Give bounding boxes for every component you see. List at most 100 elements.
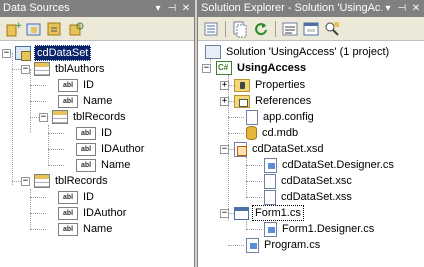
tree-node-cddataset[interactable]: − cdDataSet [2, 45, 92, 61]
field-textbox-icon: abl [58, 191, 78, 204]
window-position-dropdown-icon[interactable]: ▾ [152, 3, 164, 15]
tree-node-label: app.config [263, 111, 314, 123]
tree-node-xsc[interactable]: cdDataSet.xsc [262, 173, 354, 189]
tree-node-project[interactable]: − UsingAccess [202, 60, 308, 76]
collapse-icon[interactable]: − [21, 64, 30, 74]
table-icon [34, 174, 50, 188]
tree-node-field[interactable]: abl IDAuthor [58, 205, 128, 221]
view-designer-icon[interactable] [302, 20, 320, 38]
properties-folder-icon [234, 78, 250, 92]
field-textbox-icon: abl [58, 95, 78, 108]
database-file-icon [246, 126, 257, 140]
tree-node-xss[interactable]: cdDataSet.xss [262, 189, 354, 205]
data-sources-tree: − cdDataSet − tblAuthors abl ID abl Name… [0, 41, 194, 267]
tree-node-field[interactable]: abl ID [58, 77, 96, 93]
refresh-icon[interactable] [67, 20, 85, 38]
tree-node-properties[interactable]: + Properties [220, 77, 307, 93]
csharp-project-icon [216, 61, 232, 75]
show-all-files-icon[interactable] [231, 20, 249, 38]
expand-icon[interactable]: + [220, 80, 229, 90]
field-textbox-icon: abl [58, 207, 78, 220]
tree-node-label: tblRecords [73, 111, 126, 123]
properties-icon[interactable] [202, 20, 220, 38]
table-icon [34, 62, 50, 76]
view-code-icon[interactable] [281, 20, 299, 38]
tree-node-label: tblAuthors [55, 63, 105, 75]
field-textbox-icon: abl [76, 159, 96, 172]
tree-node-label: cdDataSet.xsd [252, 143, 324, 155]
tree-node-field[interactable]: abl Name [76, 157, 132, 173]
collapse-icon[interactable]: − [39, 112, 48, 122]
tree-node-program-cs[interactable]: Program.cs [244, 237, 322, 253]
collapse-icon[interactable]: − [2, 48, 11, 58]
dataset-icon [15, 46, 31, 61]
solution-explorer-titlebar: Solution Explorer - Solution 'UsingAc...… [198, 0, 424, 17]
tree-node-label: Solution 'UsingAccess' (1 project) [226, 46, 390, 58]
close-icon[interactable]: ✕ [410, 3, 422, 15]
tree-node-label: Form1.cs [252, 205, 304, 221]
references-folder-icon [234, 94, 250, 108]
tree-node-label: Name [101, 159, 131, 171]
tree-node-references[interactable]: + References [220, 93, 313, 109]
tree-node-solution[interactable]: Solution 'UsingAccess' (1 project) [205, 44, 391, 60]
config-file-icon [246, 109, 258, 125]
collapse-icon[interactable]: − [220, 144, 229, 154]
tree-node-tblauthors[interactable]: − tblAuthors [21, 61, 107, 77]
collapse-icon[interactable]: − [202, 63, 211, 73]
tree-node-tblrecords-nested[interactable]: − tblRecords [39, 109, 128, 125]
auto-hide-pin-icon[interactable]: ⊣ [396, 3, 408, 15]
solution-explorer-pane: Solution Explorer - Solution 'UsingAc...… [197, 0, 424, 267]
tree-node-label: cdDataSet.xsc [281, 175, 352, 187]
field-textbox-icon: abl [58, 223, 78, 236]
collapse-icon[interactable]: − [220, 208, 229, 218]
tree-node-label: Properties [255, 79, 306, 91]
tree-node-cd-mdb[interactable]: cd.mdb [244, 125, 300, 141]
tree-node-field[interactable]: abl Name [58, 93, 114, 109]
refresh-icon[interactable] [252, 20, 270, 38]
solution-explorer-toolbar [198, 17, 424, 41]
xsd-file-icon [234, 141, 247, 157]
cs-file-icon [264, 157, 277, 173]
tree-node-label: cdDataSet.xss [281, 191, 352, 203]
tree-node-designer-cs[interactable]: cdDataSet.Designer.cs [262, 157, 396, 173]
tree-node-label: UsingAccess [237, 62, 307, 74]
tree-node-label: Name [83, 223, 113, 235]
window-position-dropdown-icon[interactable]: ▾ [382, 3, 394, 15]
tree-node-field[interactable]: abl ID [58, 189, 96, 205]
auto-hide-pin-icon[interactable]: ⊣ [166, 3, 178, 15]
tree-node-app-config[interactable]: app.config [244, 109, 316, 125]
data-sources-titlebar: Data Sources ▾ ⊣ ✕ [0, 0, 194, 17]
tree-node-tblrecords[interactable]: − tblRecords [21, 173, 110, 189]
toolbar-separator [225, 20, 226, 37]
toolbar-separator [275, 20, 276, 37]
tree-node-label: References [255, 95, 312, 107]
form-icon [234, 206, 249, 220]
tree-node-field[interactable]: abl Name [58, 221, 114, 237]
xsc-file-icon [264, 173, 276, 189]
data-sources-pane: Data Sources ▾ ⊣ ✕ + − cdDataSet − tblAu… [0, 0, 195, 267]
collapse-icon[interactable]: − [21, 176, 30, 186]
tree-node-form1-designer[interactable]: Form1.Designer.cs [262, 221, 376, 237]
solution-explorer-tree: Solution 'UsingAccess' (1 project) − Usi… [198, 41, 424, 267]
cs-file-icon [246, 237, 259, 253]
data-sources-toolbar: + [0, 17, 194, 41]
tree-node-label: IDAuthor [83, 207, 127, 219]
tree-node-form1[interactable]: − Form1.cs [220, 205, 304, 221]
tree-node-field[interactable]: abl IDAuthor [76, 141, 146, 157]
cs-file-icon [264, 221, 277, 237]
solution-explorer-title: Solution Explorer - Solution 'UsingAc... [201, 2, 390, 14]
data-sources-title: Data Sources [3, 2, 70, 14]
tree-node-cddataset-xsd[interactable]: − cdDataSet.xsd [220, 141, 326, 157]
tree-node-label: Form1.Designer.cs [282, 223, 375, 235]
tree-node-label: cd.mdb [262, 127, 299, 139]
expand-icon[interactable]: + [220, 96, 229, 106]
solution-icon [205, 45, 221, 59]
class-diagram-icon[interactable] [323, 20, 341, 38]
tree-node-label: cdDataSet [34, 45, 92, 61]
edit-dataset-icon[interactable] [25, 20, 43, 38]
tree-node-field[interactable]: abl ID [76, 125, 114, 141]
configure-dataset-icon[interactable] [46, 20, 64, 38]
close-icon[interactable]: ✕ [180, 3, 192, 15]
svg-text:+: + [15, 21, 22, 31]
add-data-source-icon[interactable]: + [4, 20, 23, 38]
